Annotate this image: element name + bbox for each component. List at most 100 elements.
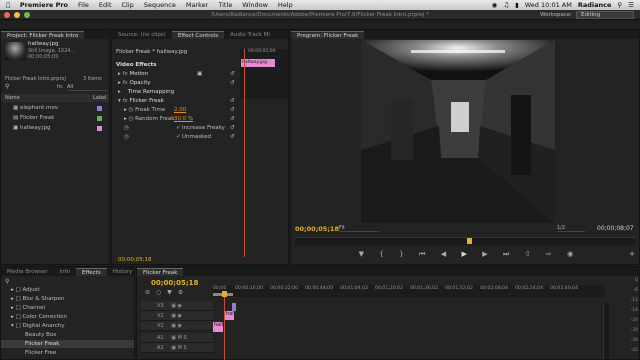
effects-folder[interactable]: ▸ □ Color Correction	[1, 313, 67, 321]
menu-title[interactable]: Title	[213, 1, 237, 9]
clip-v1[interactable]: hall	[213, 322, 223, 332]
reset-icon[interactable]: ↺	[230, 70, 235, 78]
effect-item[interactable]: Flicker Free	[1, 349, 56, 357]
effect-time-remapping[interactable]: ▸ Time Remapping	[112, 88, 238, 96]
tab-media-browser[interactable]: Media Browser	[1, 268, 54, 276]
clip-v2-adjust[interactable]	[232, 303, 236, 311]
lock-icon[interactable]: ▣	[165, 303, 176, 309]
export-frame-icon[interactable]: ◉	[567, 250, 573, 260]
stopwatch-icon[interactable]: ◷	[129, 116, 134, 122]
disclosure-open-icon[interactable]: ▾	[118, 98, 121, 104]
tab-effects[interactable]: Effects	[75, 268, 107, 276]
timeline-timecode[interactable]: 00;00;05;18	[151, 279, 198, 287]
search-icon[interactable]: ⚲	[5, 83, 9, 90]
settings-icon[interactable]: ⚙	[178, 289, 183, 298]
stopwatch-icon[interactable]: ◷	[124, 125, 129, 131]
mute-icon[interactable]: M	[178, 345, 182, 351]
mini-clip[interactable]: hallway.jpg	[241, 59, 275, 67]
workspace-select[interactable]: Editing	[576, 11, 634, 19]
effect-item[interactable]: Flicker Freak	[1, 340, 134, 348]
effects-folder[interactable]: ▸ □ Adjust	[1, 286, 40, 294]
timeline-scrollbar[interactable]	[603, 303, 609, 359]
mark-in-icon[interactable]: {	[379, 250, 383, 260]
list-icon[interactable]: ☰	[628, 1, 634, 9]
disclosure-icon[interactable]: ▸	[124, 107, 127, 113]
track-a2[interactable]: A2 ▣ M S	[141, 343, 213, 353]
freak-time-value[interactable]: 2.00	[174, 106, 186, 114]
program-timecode[interactable]: 00;00;05;18	[295, 225, 339, 233]
effect-item[interactable]: Beauty Box	[1, 331, 56, 339]
marker-icon[interactable]: ▼	[359, 250, 364, 260]
lock-icon[interactable]: ▣	[165, 335, 176, 341]
menu-file[interactable]: File	[73, 1, 94, 9]
solo-icon[interactable]: S	[183, 335, 186, 341]
snap-icon[interactable]: ⊜	[145, 289, 150, 298]
mute-icon[interactable]: M	[178, 335, 182, 341]
fx-icon[interactable]: fx	[123, 70, 128, 78]
clip-v2[interactable]: hall	[225, 311, 234, 320]
spotlight-icon[interactable]: ⚲	[617, 1, 622, 9]
effect-flicker-freak[interactable]: ▾ fx Flicker Freak ↺	[112, 97, 238, 105]
menu-edit[interactable]: Edit	[94, 1, 117, 9]
menu-window[interactable]: Window	[237, 1, 273, 9]
go-to-in-icon[interactable]: ⏮	[419, 250, 425, 260]
fit-select[interactable]: Fit	[339, 225, 379, 232]
apple-icon[interactable]: 	[0, 1, 15, 9]
reset-icon[interactable]: ↺	[230, 133, 235, 141]
tab-effect-controls[interactable]: Effect Controls	[171, 31, 225, 39]
lock-icon[interactable]: ▣	[165, 345, 176, 351]
fx-icon[interactable]: fx	[123, 97, 128, 105]
reset-icon[interactable]: ↺	[230, 106, 235, 114]
effects-folder[interactable]: ▸ □ Blur & Sharpen	[1, 295, 64, 303]
disclosure-icon[interactable]: ▸	[118, 71, 121, 77]
solo-icon[interactable]: S	[183, 345, 186, 351]
disclosure-icon[interactable]: ▸	[118, 89, 121, 95]
scale-select[interactable]: 1/2	[557, 225, 585, 232]
step-back-icon[interactable]: ◀	[441, 250, 446, 260]
track-v2[interactable]: V2 ▣ ◉	[141, 311, 213, 321]
menu-sequence[interactable]: Sequence	[139, 1, 181, 9]
list-item[interactable]: ▤ Flicker Freak	[1, 114, 109, 122]
disclosure-icon[interactable]: ▸	[118, 80, 121, 86]
list-item[interactable]: ▣ hallway.jpg	[1, 124, 109, 132]
menu-help[interactable]: Help	[273, 1, 298, 9]
tab-program[interactable]: Program: Flicker Freak	[291, 31, 365, 39]
col-label[interactable]: Label	[93, 94, 107, 102]
random-freak-value[interactable]: 30.0 %	[174, 115, 193, 123]
reset-icon[interactable]: ↺	[230, 124, 235, 132]
mark-out-icon[interactable]: }	[399, 250, 403, 260]
tab-source[interactable]: Source: (no clips)	[112, 31, 172, 39]
tab-audio-mixer[interactable]: Audio Track Mi	[224, 31, 276, 39]
menu-clip[interactable]: Clip	[117, 1, 139, 9]
playhead-marker[interactable]	[467, 238, 472, 244]
reset-icon[interactable]: ↺	[230, 79, 235, 87]
track-a1[interactable]: A1 ▣ M S	[141, 333, 213, 343]
reset-icon[interactable]: ↺	[230, 97, 235, 105]
lock-icon[interactable]: ▣	[165, 313, 176, 319]
eye-icon[interactable]: ◉	[178, 303, 182, 309]
lift-icon[interactable]: ⇧	[525, 250, 531, 260]
wifi-icon[interactable]: ◉	[492, 1, 498, 9]
track-v3[interactable]: V3 ▣ ◉	[141, 301, 213, 311]
tab-sequence[interactable]: Flicker Freak	[137, 268, 184, 276]
reset-icon[interactable]: ↺	[230, 115, 235, 123]
motion-toggle-icon[interactable]: ▣	[197, 70, 202, 78]
menubar-clock[interactable]: Wed 10:01 AM	[525, 1, 572, 9]
fx-icon[interactable]: fx	[123, 79, 128, 87]
step-forward-icon[interactable]: ▶	[482, 250, 487, 260]
timeline-ruler[interactable]: 00;00 00;00;16;00 00;00;32;00 00;00;48;0…	[213, 285, 605, 297]
eye-icon[interactable]: ◉	[178, 323, 182, 329]
battery-icon[interactable]: ▮	[515, 1, 519, 9]
stopwatch-icon[interactable]: ◷	[124, 134, 129, 140]
col-name[interactable]: Name	[5, 94, 20, 102]
effect-motion[interactable]: ▸ fx Motion ▣ ↺	[112, 70, 238, 78]
program-scrub-bar[interactable]	[295, 237, 635, 245]
volume-icon[interactable]: ♫	[503, 1, 509, 9]
play-icon[interactable]: ▶	[462, 250, 467, 260]
effect-controls-timecode[interactable]: 00;00;05;18	[118, 257, 152, 263]
add-button-icon[interactable]: +	[629, 250, 635, 258]
search-icon[interactable]: ⚲	[5, 278, 9, 285]
stopwatch-icon[interactable]: ◷	[129, 107, 134, 113]
effects-folder[interactable]: ▸ □ Channel	[1, 304, 45, 312]
checkbox-checked-icon[interactable]: ✓	[176, 133, 181, 141]
